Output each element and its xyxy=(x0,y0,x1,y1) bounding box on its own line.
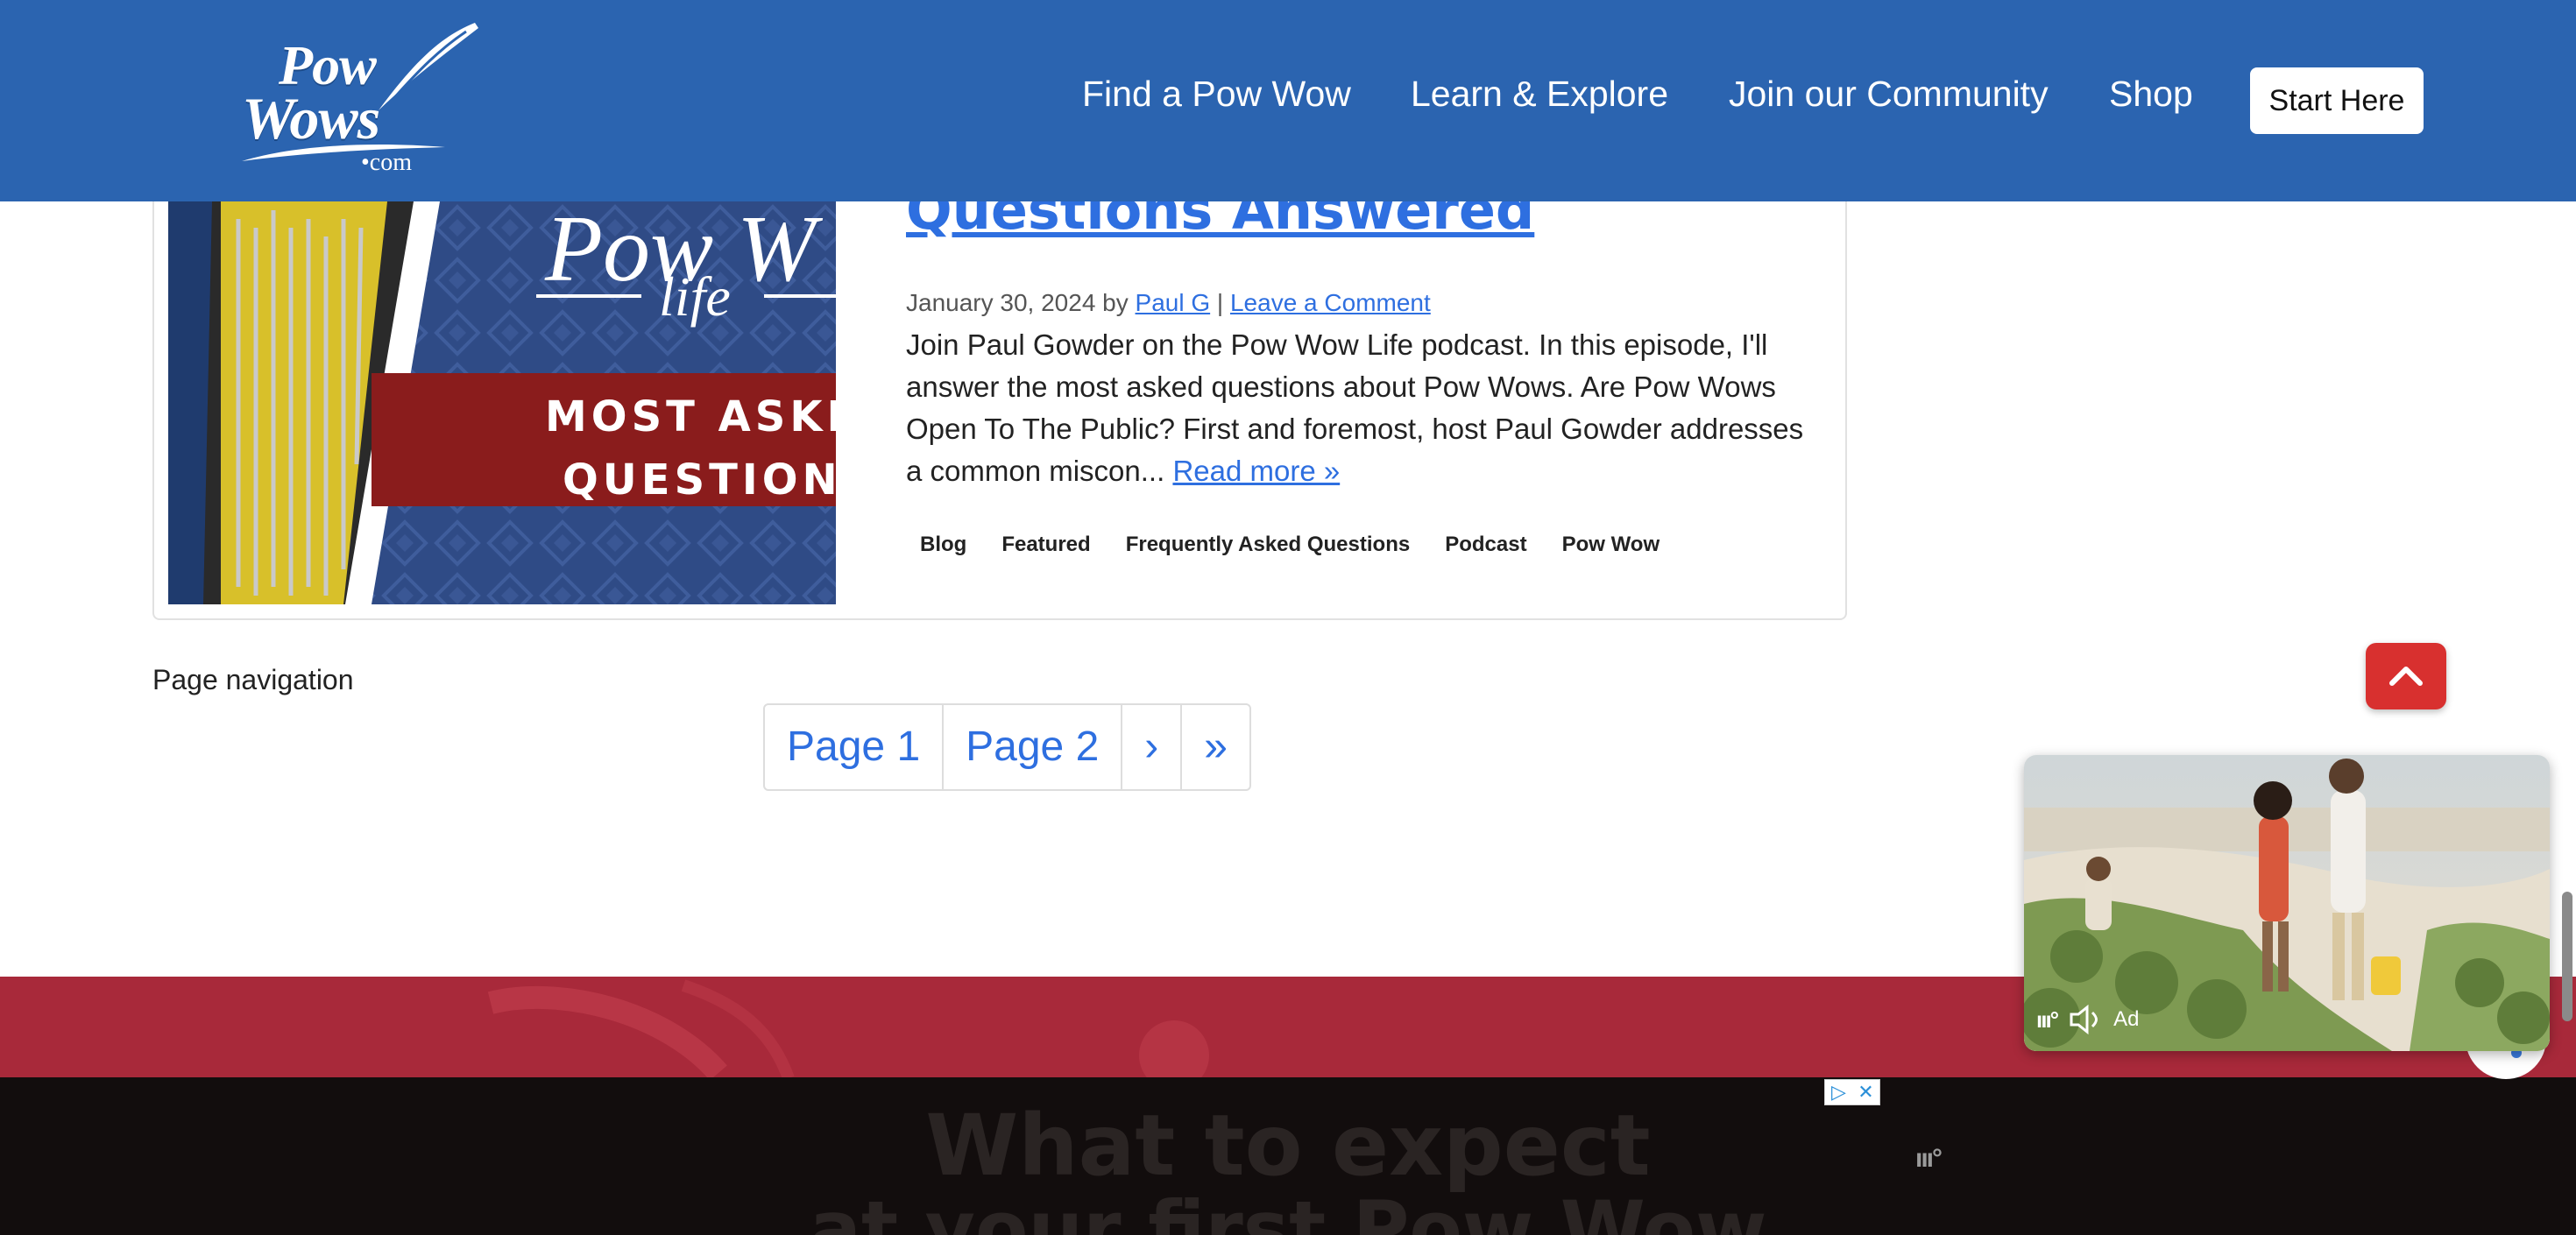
page-1-link[interactable]: Page 1 xyxy=(765,705,945,789)
ad-choices-play-icon[interactable]: ▷ xyxy=(1825,1080,1852,1104)
post-author-link[interactable]: Paul G xyxy=(1136,289,1211,316)
logo-text-com: •com xyxy=(361,149,413,176)
artwork-brand-sub: life xyxy=(659,265,731,328)
tag-blog[interactable]: Blog xyxy=(906,526,980,564)
site-logo[interactable]: Pow Wows •com xyxy=(230,16,510,184)
ad-network-logo: ııı° xyxy=(1915,1144,1943,1173)
footer-heading-line2: at your first Pow Wow xyxy=(809,1184,1767,1235)
video-ad-player[interactable]: ııı° Ad xyxy=(2024,755,2550,1051)
page-scrollbar[interactable] xyxy=(2562,892,2572,1021)
post-excerpt: Join Paul Gowder on the Pow Wow Life pod… xyxy=(906,324,1808,492)
video-controls: ııı° Ad xyxy=(2036,1004,2139,1035)
meta-separator: | xyxy=(1216,289,1224,316)
page-navigation-label: Page navigation xyxy=(152,664,354,695)
back-to-top-button[interactable] xyxy=(2366,643,2446,709)
nav-find-pow-wow[interactable]: Find a Pow Wow xyxy=(1082,70,1351,117)
artwork-banner-line1: MOST ASKE xyxy=(545,392,836,441)
nav-learn-explore[interactable]: Learn & Explore xyxy=(1411,70,1668,117)
post-thumbnail[interactable]: Pow W life MOST ASKE QUESTION xyxy=(168,201,836,604)
leave-comment-link[interactable]: Leave a Comment xyxy=(1230,289,1431,316)
video-ad-label: Ad xyxy=(2113,1007,2140,1031)
next-page-link[interactable]: › xyxy=(1122,705,1183,789)
volume-icon[interactable] xyxy=(2068,1004,2103,1035)
swoosh-decoration xyxy=(242,145,445,161)
last-page-link[interactable]: » xyxy=(1182,705,1249,789)
footer-heading-line1: What to expect xyxy=(925,1097,1651,1195)
site-header: Pow Wows •com Find a Pow Wow Learn & Exp… xyxy=(0,0,2576,201)
post-meta: January 30, 2024 by Paul G | Leave a Com… xyxy=(906,289,1431,317)
pagination: Page 1 Page 2 › » xyxy=(763,703,1251,791)
ad-choices[interactable]: ▷ ✕ xyxy=(1824,1079,1880,1105)
tag-faq[interactable]: Frequently Asked Questions xyxy=(1112,526,1425,564)
tag-podcast[interactable]: Podcast xyxy=(1431,526,1540,564)
podcast-artwork: Pow W life MOST ASKE QUESTION xyxy=(168,201,836,604)
start-here-button[interactable]: Start Here xyxy=(2250,67,2424,134)
chevron-up-icon xyxy=(2389,667,2423,686)
artwork-banner-line2: QUESTION xyxy=(563,455,836,505)
video-network-logo: ııı° xyxy=(2036,1006,2059,1033)
post-excerpt-text: Join Paul Gowder on the Pow Wow Life pod… xyxy=(906,328,1804,487)
tag-pow-wow[interactable]: Pow Wow xyxy=(1548,526,1674,564)
tag-featured[interactable]: Featured xyxy=(987,526,1104,564)
nav-join-community[interactable]: Join our Community xyxy=(1729,70,2049,117)
nav-shop[interactable]: Shop xyxy=(2109,70,2193,117)
post-by-label: by xyxy=(1102,289,1129,316)
post-date: January 30, 2024 xyxy=(906,289,1096,316)
page-2-link[interactable]: Page 2 xyxy=(944,705,1123,789)
post-tags: Blog Featured Frequently Asked Questions… xyxy=(906,526,1681,564)
read-more-link[interactable]: Read more » xyxy=(1172,455,1340,487)
ad-close-icon[interactable]: ✕ xyxy=(1852,1080,1879,1104)
